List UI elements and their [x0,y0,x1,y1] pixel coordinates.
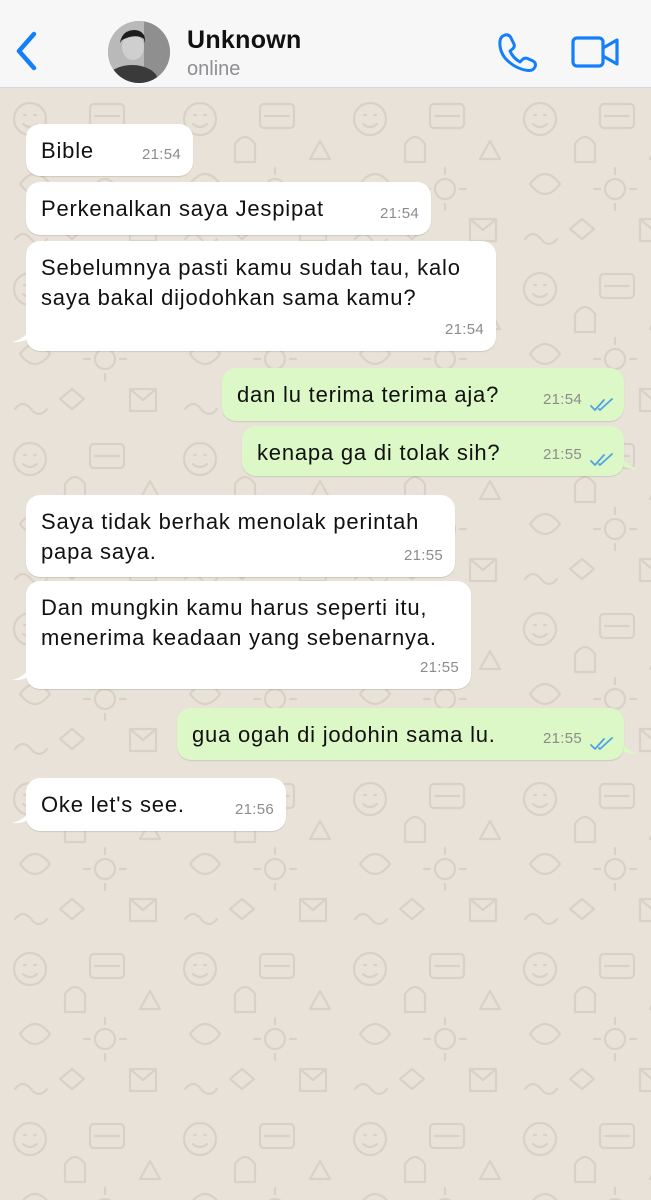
incoming-message[interactable]: Dan mungkin kamu harus seperti itu, mene… [26,581,471,689]
video-camera-icon [571,36,619,68]
message-line: Sebelumnya pasti kamu sudah tau, kalo [41,255,461,280]
incoming-message[interactable]: Oke let's see. 21:56 [26,778,286,831]
video-call-button[interactable] [570,34,622,70]
incoming-message[interactable]: Perkenalkan saya Jespipat 21:54 [26,182,431,235]
message-time: 21:56 [234,801,274,818]
message-text: Sebelumnya pasti kamu sudah tau, kalo sa… [41,253,461,313]
avatar[interactable] [108,21,170,83]
message-time: 21:55 [403,547,443,564]
message-text: dan lu terima terima aja? [237,382,500,407]
message-line: saya bakal dijodohkan sama kamu? [41,285,417,310]
outgoing-message[interactable]: gua ogah di jodohin sama lu. 21:55 [177,708,624,760]
message-time: 21:55 [542,730,582,747]
back-button[interactable] [10,28,46,74]
message-text: Dan mungkin kamu harus seperti itu, mene… [41,593,437,653]
double-check-icon [590,737,613,750]
outgoing-message[interactable]: dan lu terima terima aja? 21:54 [222,368,624,421]
message-line: menerima keadaan yang sebenarnya. [41,625,437,650]
message-time: 21:54 [542,391,582,408]
double-check-icon [590,398,613,411]
message-text: Perkenalkan saya Jespipat [41,196,324,221]
message-time: 21:55 [419,659,459,676]
message-text: Oke let's see. [41,792,185,817]
incoming-message[interactable]: Saya tidak berhak menolak perintah papa … [26,495,455,577]
message-text: Bible [41,138,94,163]
incoming-message[interactable]: Sebelumnya pasti kamu sudah tau, kalo sa… [26,241,496,351]
phone-icon [498,33,537,73]
message-time: 21:55 [542,446,582,463]
message-text: gua ogah di jodohin sama lu. [192,722,496,747]
message-line: papa saya. [41,539,157,564]
message-time: 21:54 [379,205,419,222]
chevron-left-icon [16,31,37,71]
message-time: 21:54 [141,146,181,163]
contact-name[interactable]: Unknown [187,26,302,55]
message-text: Saya tidak berhak menolak perintah papa … [41,507,419,567]
chat-area[interactable]: Bible 21:54 Perkenalkan saya Jespipat 21… [0,89,651,1200]
outgoing-message[interactable]: kenapa ga di tolak sih? 21:55 [242,426,624,476]
voice-call-button[interactable] [496,30,540,74]
double-check-icon [590,453,613,466]
message-line: Dan mungkin kamu harus seperti itu, [41,595,428,620]
incoming-message[interactable]: Bible 21:54 [26,124,193,176]
contact-status: online [187,58,241,80]
message-line: Saya tidak berhak menolak perintah [41,509,420,534]
message-time: 21:54 [444,321,484,338]
message-text: kenapa ga di tolak sih? [257,440,501,465]
chat-header: Unknown online [0,0,651,88]
